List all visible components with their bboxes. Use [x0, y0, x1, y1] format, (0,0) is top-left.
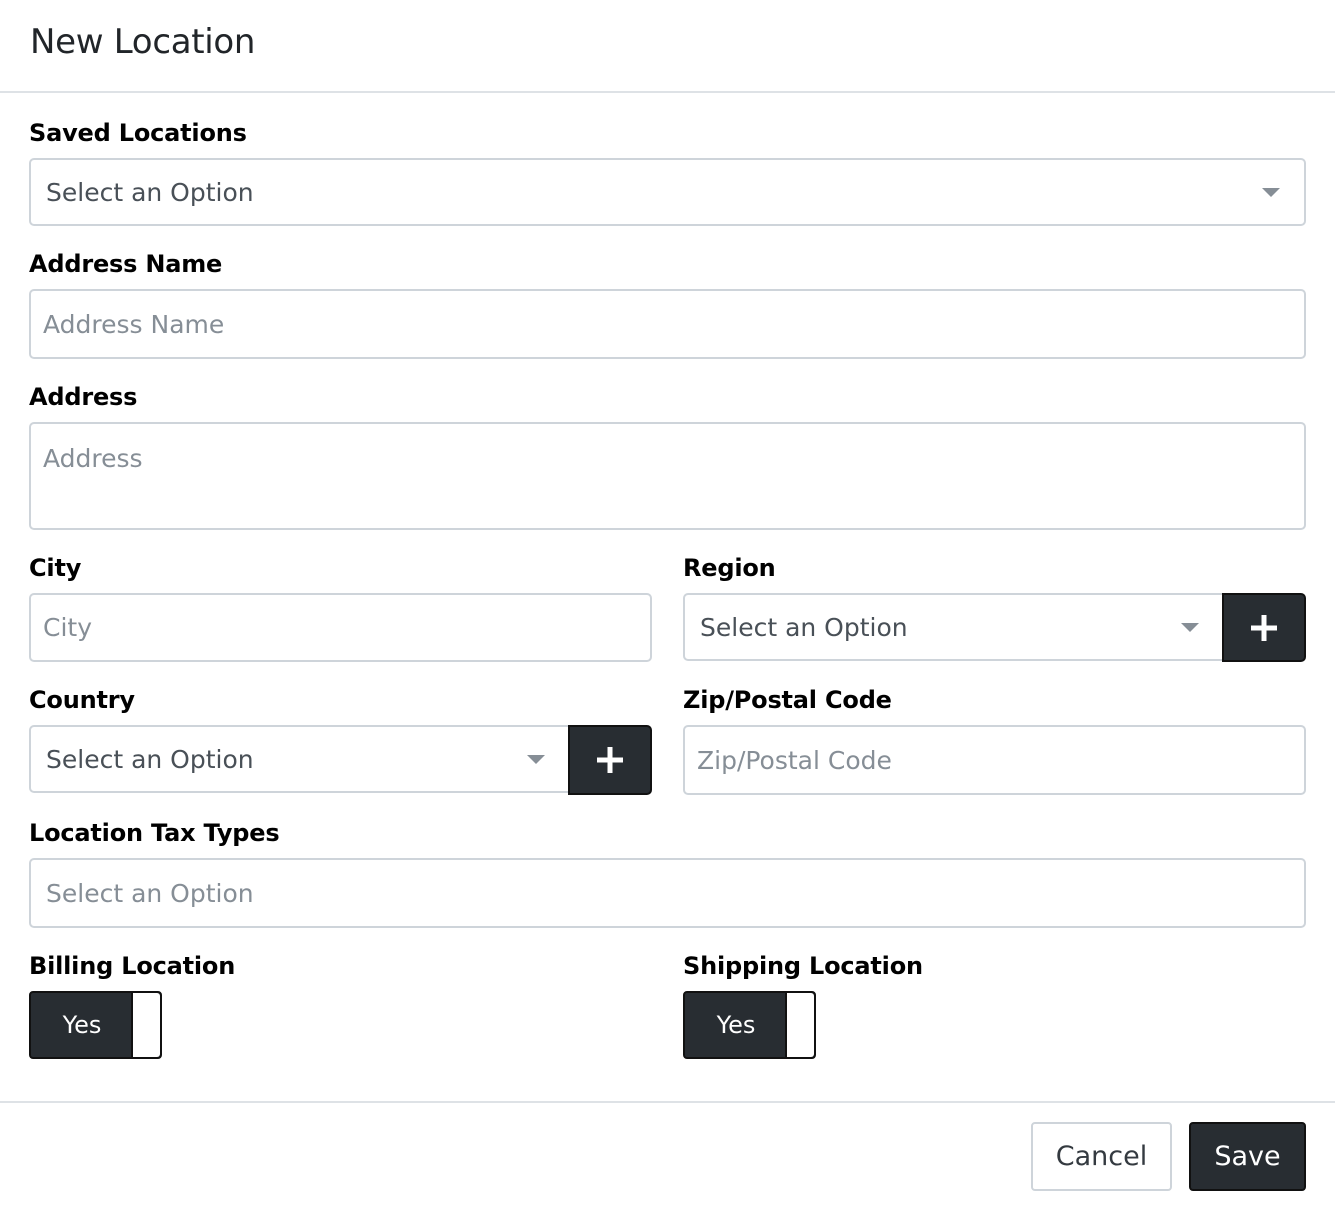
billing-toggle-text: Yes [62, 1011, 102, 1039]
billing-location-toggle[interactable]: Yes [29, 991, 162, 1059]
address-name-label: Address Name [29, 250, 223, 278]
shipping-toggle-text: Yes [716, 1011, 756, 1039]
zip-input[interactable]: Zip/Postal Code [683, 725, 1306, 795]
chevron-down-icon [527, 755, 545, 764]
country-select[interactable]: Select an Option [29, 725, 571, 793]
address-label: Address [29, 383, 138, 411]
address-name-input[interactable]: Address Name [29, 289, 1306, 359]
saved-locations-label: Saved Locations [29, 119, 247, 147]
tax-types-placeholder: Select an Option [46, 878, 254, 908]
address-placeholder: Address [43, 444, 143, 473]
chevron-down-icon [1181, 623, 1199, 632]
saved-locations-select[interactable]: Select an Option [29, 158, 1306, 226]
tax-types-label: Location Tax Types [29, 819, 280, 847]
footer-divider [0, 1101, 1335, 1103]
tax-types-multiselect[interactable]: Select an Option [29, 858, 1306, 928]
zip-placeholder: Zip/Postal Code [697, 745, 892, 775]
saved-locations-value: Select an Option [46, 177, 254, 207]
region-value: Select an Option [700, 612, 908, 642]
city-input[interactable]: City [29, 593, 652, 662]
address-textarea[interactable]: Address [29, 422, 1306, 530]
shipping-location-label: Shipping Location [683, 952, 923, 980]
billing-location-label: Billing Location [29, 952, 236, 980]
region-label: Region [683, 554, 776, 582]
city-placeholder: City [43, 613, 92, 642]
save-button[interactable]: Save [1189, 1122, 1306, 1191]
add-country-button[interactable] [568, 725, 652, 795]
cancel-button[interactable]: Cancel [1031, 1122, 1172, 1191]
city-label: City [29, 554, 82, 582]
shipping-location-toggle[interactable]: Yes [683, 991, 816, 1059]
modal-title: New Location [30, 22, 256, 62]
toggle-knob [785, 993, 814, 1057]
zip-label: Zip/Postal Code [683, 686, 892, 714]
plus-icon [597, 747, 623, 773]
region-select[interactable]: Select an Option [683, 593, 1225, 661]
plus-icon [1251, 614, 1277, 641]
country-label: Country [29, 686, 135, 714]
country-value: Select an Option [46, 744, 254, 774]
address-name-placeholder: Address Name [43, 309, 225, 339]
modal-header: New Location [0, 0, 1335, 93]
chevron-down-icon [1262, 188, 1280, 197]
add-region-button[interactable] [1222, 593, 1306, 662]
toggle-knob [131, 993, 160, 1057]
